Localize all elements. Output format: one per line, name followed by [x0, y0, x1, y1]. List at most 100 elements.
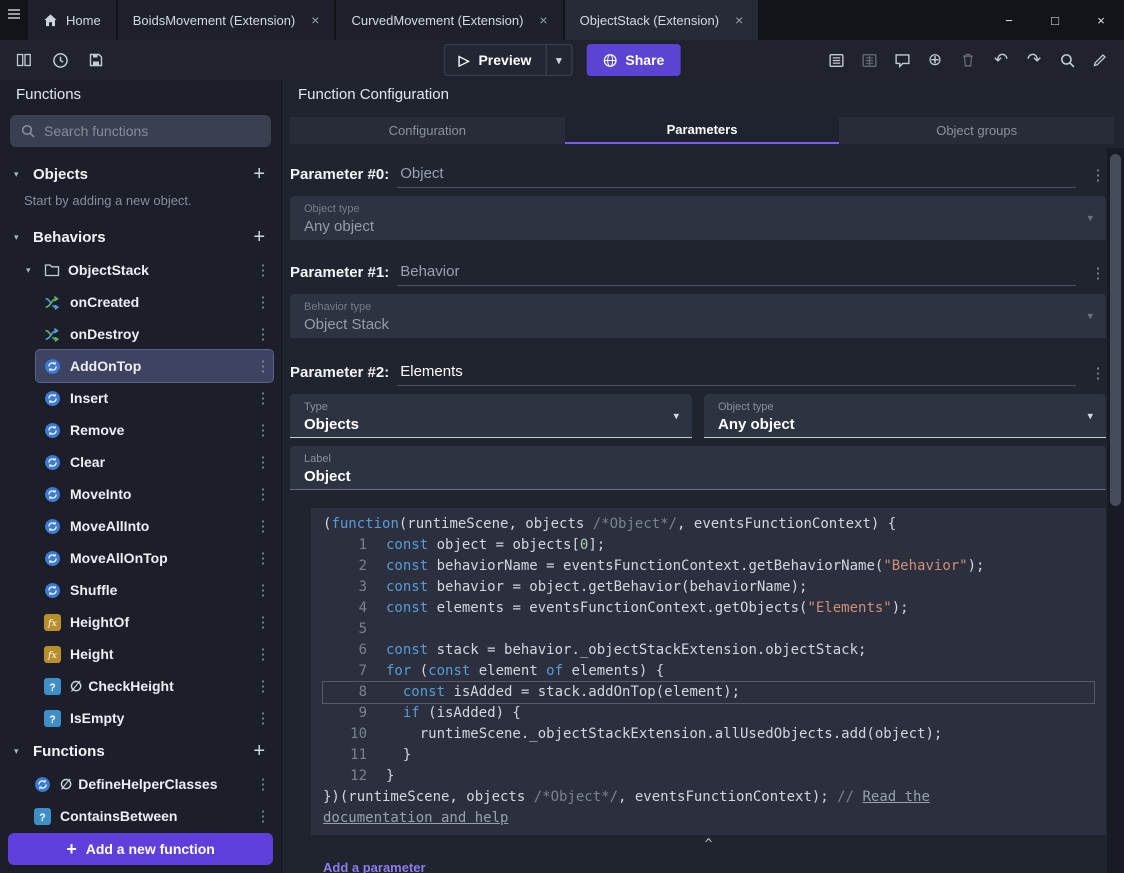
- item-menu-icon[interactable]: ⋮: [255, 293, 271, 311]
- preview-button[interactable]: ▷ Preview ▾: [443, 44, 573, 76]
- menu-icon[interactable]: [0, 0, 28, 28]
- parameter-2-object-type-select[interactable]: Object type Any object ▾: [704, 394, 1106, 438]
- code-editor[interactable]: (function(runtimeScene, objects /*Object…: [311, 508, 1106, 835]
- tab-close-icon[interactable]: ×: [311, 12, 319, 28]
- add-circle-icon[interactable]: ⊕: [921, 46, 949, 74]
- parameter-1-name-input[interactable]: Behavior: [397, 263, 1076, 286]
- add-object-button[interactable]: +: [253, 164, 265, 184]
- group-menu-icon[interactable]: ⋮: [255, 261, 271, 279]
- code-line: 8 const isAdded = stack.addOnTop(element…: [322, 681, 1095, 704]
- code-line: 10 runtimeScene._objectStackExtension.al…: [323, 724, 1094, 745]
- titlebar-tab-objectstack-extension-[interactable]: ObjectStack (Extension) ×: [564, 0, 759, 40]
- undo-icon[interactable]: ↶: [987, 46, 1015, 74]
- titlebar-tab-curvedmovement-extension-[interactable]: CurvedMovement (Extension) ×: [336, 0, 563, 40]
- sidebar-item-checkheight[interactable]: ? ∅ CheckHeight ⋮: [36, 670, 273, 702]
- add-new-function-button[interactable]: + Add a new function: [8, 833, 273, 865]
- scrollbar-thumb[interactable]: [1110, 154, 1121, 506]
- item-menu-icon[interactable]: ⋮: [255, 517, 271, 535]
- parameter-0-menu-icon[interactable]: ⋮: [1090, 166, 1106, 184]
- item-menu-icon[interactable]: ⋮: [255, 807, 271, 825]
- save-icon[interactable]: [82, 46, 110, 74]
- item-menu-icon[interactable]: ⋮: [255, 453, 271, 471]
- sidebar-item-label: MoveInto: [70, 486, 132, 502]
- sidebar-item-heightof[interactable]: fx HeightOf ⋮: [36, 606, 273, 638]
- item-menu-icon[interactable]: ⋮: [255, 613, 271, 631]
- sidebar-item-shuffle[interactable]: Shuffle ⋮: [36, 574, 273, 606]
- add-parameter-button[interactable]: Add a parameter: [323, 860, 1106, 873]
- comments-icon[interactable]: [888, 46, 916, 74]
- item-menu-icon[interactable]: ⋮: [255, 421, 271, 439]
- parameter-2-menu-icon[interactable]: ⋮: [1090, 364, 1106, 382]
- item-menu-icon[interactable]: ⋮: [255, 645, 271, 663]
- share-button[interactable]: Share: [586, 44, 681, 76]
- documentation-link[interactable]: documentation and help: [323, 810, 508, 826]
- parameter-0-name-input[interactable]: Object: [397, 165, 1076, 188]
- documentation-link[interactable]: Read the: [862, 789, 929, 805]
- sidebar-item-containsbetween[interactable]: ? ContainsBetween ⋮: [26, 800, 273, 827]
- field-value: Any object: [718, 416, 795, 433]
- trash-icon[interactable]: [954, 46, 982, 74]
- code-line: 12}: [323, 766, 1094, 787]
- editor-collapse-icon[interactable]: ^: [311, 837, 1106, 852]
- maximize-button[interactable]: □: [1032, 0, 1078, 40]
- sidebar-item-label: AddOnTop: [70, 358, 142, 374]
- sidebar-item-moveallinto[interactable]: MoveAllInto ⋮: [36, 510, 273, 542]
- sidebar-item-moveinto[interactable]: MoveInto ⋮: [36, 478, 273, 510]
- functions-section-header[interactable]: ▾ Functions +: [0, 734, 281, 768]
- objects-section-header[interactable]: ▾ Objects +: [0, 157, 281, 191]
- parameter-2-name-input[interactable]: Elements: [397, 363, 1076, 386]
- parameter-1-behavior-type-select[interactable]: Behavior type Object Stack ▾: [290, 294, 1106, 338]
- sidebar-item-height[interactable]: fx Height ⋮: [36, 638, 273, 670]
- item-menu-icon[interactable]: ⋮: [255, 325, 271, 343]
- close-button[interactable]: ×: [1078, 0, 1124, 40]
- tab-object-groups[interactable]: Object groups: [839, 117, 1114, 144]
- sidebar-item-moveallontop[interactable]: MoveAllOnTop ⋮: [36, 542, 273, 574]
- behavior-group-objectstack[interactable]: ▾ ObjectStack ⋮: [0, 254, 281, 286]
- objects-list-alt-icon[interactable]: [855, 46, 883, 74]
- titlebar-tab-home[interactable]: Home: [28, 0, 116, 40]
- redo-icon[interactable]: ↷: [1020, 46, 1048, 74]
- search-icon[interactable]: [1053, 46, 1081, 74]
- item-menu-icon[interactable]: ⋮: [255, 357, 271, 375]
- search-functions-box[interactable]: [10, 115, 271, 147]
- sidebar-item-definehelperclasses[interactable]: ∅ DefineHelperClasses ⋮: [26, 768, 273, 800]
- add-behavior-button[interactable]: +: [253, 227, 265, 247]
- field-value: Objects: [304, 416, 360, 433]
- panels-icon[interactable]: [10, 46, 38, 74]
- sidebar-item-isempty[interactable]: ? IsEmpty ⋮: [36, 702, 273, 734]
- item-menu-icon[interactable]: ⋮: [255, 581, 271, 599]
- item-menu-icon[interactable]: ⋮: [255, 775, 271, 793]
- item-menu-icon[interactable]: ⋮: [255, 485, 271, 503]
- action-function-icon: [44, 358, 61, 375]
- item-menu-icon[interactable]: ⋮: [255, 389, 271, 407]
- sidebar-item-clear[interactable]: Clear ⋮: [36, 446, 273, 478]
- search-functions-input[interactable]: [44, 123, 261, 139]
- sidebar-item-oncreated[interactable]: onCreated ⋮: [36, 286, 273, 318]
- tab-parameters[interactable]: Parameters: [564, 117, 840, 144]
- item-menu-icon[interactable]: ⋮: [255, 709, 271, 727]
- tab-configuration[interactable]: Configuration: [290, 117, 565, 144]
- code-line: 1 const object = objects[0];: [323, 535, 1094, 556]
- parameter-1-menu-icon[interactable]: ⋮: [1090, 264, 1106, 282]
- parameter-2-label-field[interactable]: Label Object: [290, 446, 1106, 490]
- sidebar-item-addontop[interactable]: AddOnTop ⋮: [35, 349, 274, 383]
- minimize-button[interactable]: −: [986, 0, 1032, 40]
- main-scrollbar[interactable]: [1107, 148, 1124, 873]
- add-free-function-button[interactable]: +: [253, 741, 265, 761]
- preview-dropdown-button[interactable]: ▾: [545, 45, 571, 75]
- sidebar-item-ondestroy[interactable]: onDestroy ⋮: [36, 318, 273, 350]
- parameter-2-type-select[interactable]: Type Objects ▾: [290, 394, 692, 438]
- history-icon[interactable]: [46, 46, 74, 74]
- search-icon: [20, 123, 36, 139]
- titlebar-tab-boidsmovement-extension-[interactable]: BoidsMovement (Extension) ×: [117, 0, 335, 40]
- behaviors-section-header[interactable]: ▾ Behaviors +: [0, 220, 281, 254]
- sidebar-item-remove[interactable]: Remove ⋮: [36, 414, 273, 446]
- item-menu-icon[interactable]: ⋮: [255, 677, 271, 695]
- item-menu-icon[interactable]: ⋮: [255, 549, 271, 567]
- objects-list-icon[interactable]: [822, 46, 850, 74]
- sidebar-item-insert[interactable]: Insert ⋮: [36, 382, 273, 414]
- theme-icon[interactable]: [1086, 46, 1114, 74]
- tab-close-icon[interactable]: ×: [735, 12, 743, 28]
- parameter-0-object-type-select[interactable]: Object type Any object ▾: [290, 196, 1106, 240]
- tab-close-icon[interactable]: ×: [539, 12, 547, 28]
